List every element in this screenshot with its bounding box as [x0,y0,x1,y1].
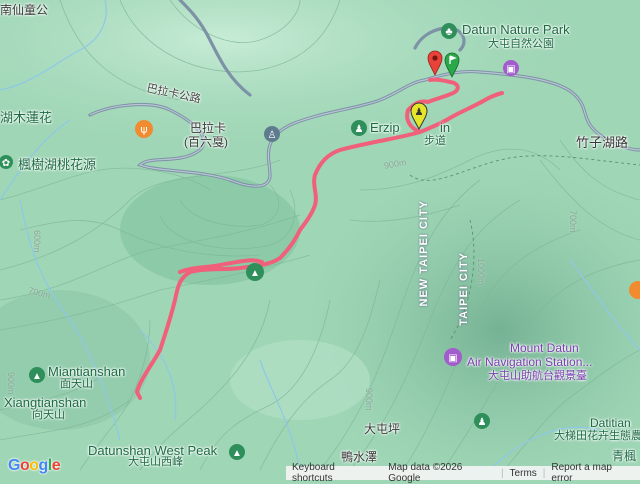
district-label-new-taipei: NEW TAIPEI CITY [418,200,430,307]
contour-label: 900m [364,388,374,411]
place-label-mt-datun-zh: 大屯山助航台觀景臺 [488,370,587,382]
attribution-bar: Keyboard shortcuts Map data ©2026 Google… [286,462,640,484]
place-label-lotus-lake: 湖木蓮花 [0,110,53,125]
place-label-erziping-2: in [440,120,451,135]
contour-label: 900m [6,372,16,395]
report-map-error-link[interactable]: Report a map error [545,462,640,484]
place-label-balaka: 巴拉卡 [190,121,227,135]
hiking-icon[interactable]: ♟ [473,412,491,435]
museum-icon[interactable]: ♙ [263,125,281,148]
svg-text:♟: ♟ [478,417,487,428]
svg-text:▣: ▣ [506,64,515,75]
hiking-icon[interactable]: ♟ [350,119,368,142]
district-label-taipei: TAIPEI CITY [458,252,470,326]
svg-text:♟: ♟ [415,107,424,118]
svg-text:▣: ▣ [448,353,457,364]
google-logo-letter: G [8,457,20,474]
restaurant-icon[interactable] [628,280,640,305]
contour-label: 600m [32,230,42,253]
contour-label: 700m [568,210,578,233]
place-label-miantianshan-zh: 面天山 [60,378,93,390]
terrain-map[interactable] [0,0,640,480]
museum-icon[interactable]: ▣ [443,347,463,372]
peak-icon[interactable]: ▲ [28,366,46,389]
restaurant-icon[interactable]: ψ [134,119,154,144]
svg-text:♙: ♙ [268,130,277,141]
place-label-datitian-zh: 大梯田花卉生態農 [554,430,640,442]
place-label-datun-nature-park: Datun Nature Park [462,22,570,37]
svg-text:▲: ▲ [232,448,242,459]
end-flag-icon[interactable] [444,52,460,83]
road-label-zhuzihu: 竹子湖路 [576,135,629,150]
place-label-datitian: Datitian [590,416,631,430]
place-label-datunshan-west-zh: 大屯山西峰 [128,456,183,468]
tree-icon[interactable]: ✿ [0,154,16,175]
hiking-icon[interactable]: ▲ [245,262,265,287]
place-label-miantianshan: Miantianshan [48,364,126,379]
terms-link[interactable]: Terms [504,468,543,479]
google-logo-letter: g [38,457,49,474]
contour-label: 1000m [476,258,486,286]
google-logo-letter: e [51,457,61,474]
place-label-baiyibu: (百六戛) [184,135,228,149]
keyboard-shortcuts-link[interactable]: Keyboard shortcuts [286,462,382,484]
tree-icon[interactable]: ♣ [440,22,458,45]
place-label-xiangtianshan-zh: 向天山 [32,409,65,421]
start-pin-icon[interactable] [427,50,443,81]
place-label-maple-lake: 楓樹湖桃花源 [18,157,97,172]
place-label-xiangtianshan: Xiangtianshan [4,395,87,410]
museum-icon[interactable]: ▣ [502,59,520,82]
place-label-mt-datun-2: Air Navigation Station... [467,355,593,369]
peak-icon[interactable]: ▲ [228,443,246,466]
svg-text:✿: ✿ [2,158,10,169]
place-label-datunping: 大屯坪 [364,422,401,436]
place-label-mt-datun: Mount Datun [510,341,579,355]
svg-text:♣: ♣ [445,26,452,38]
google-logo[interactable]: Google [8,457,61,475]
google-logo-letter: o [29,457,39,474]
svg-text:▲: ▲ [250,268,260,279]
svg-text:▲: ▲ [32,371,42,382]
google-logo-letter: o [19,457,30,474]
place-label-erziping: Erzip [370,120,400,135]
svg-text:ψ: ψ [140,123,147,136]
place-label-datun-nature-park-zh: 大屯自然公園 [488,38,554,50]
map-data-text: Map data ©2026 Google [388,462,463,484]
place-label-top-left: 南仙童公 [0,3,49,17]
place-label-erziping-zh: 步道 [424,135,446,147]
hiker-pin-icon[interactable]: ♟ [410,102,428,135]
svg-text:♟: ♟ [355,124,364,135]
